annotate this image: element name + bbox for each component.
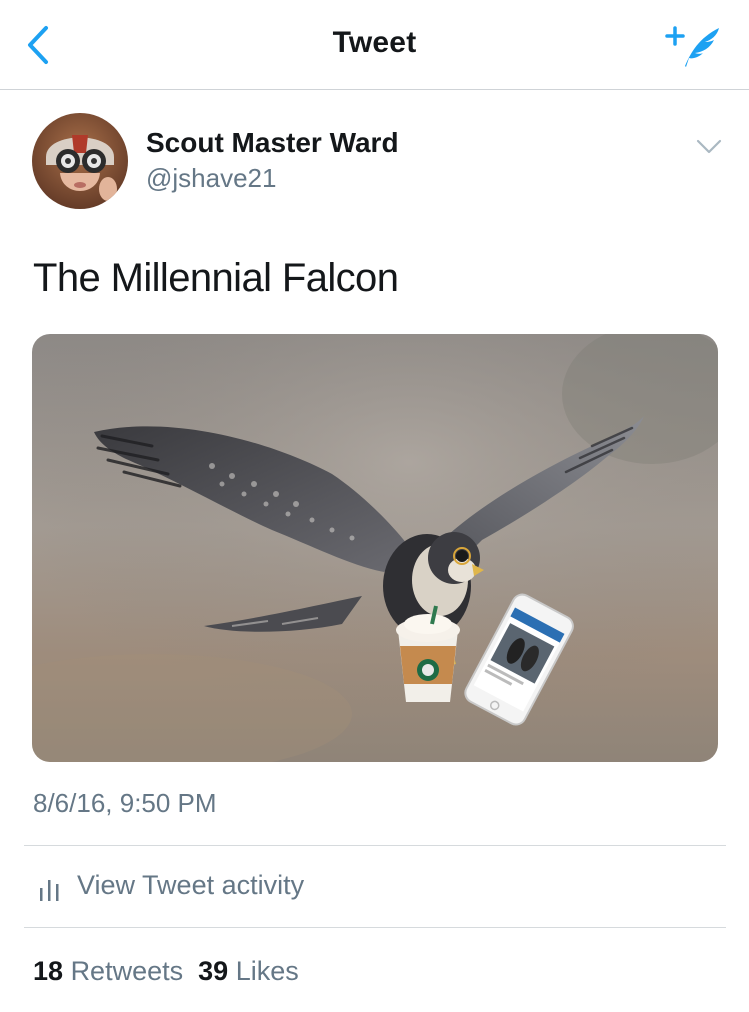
compose-feather-icon <box>665 26 719 67</box>
chevron-down-icon <box>696 139 722 154</box>
tweet-media-photo[interactable] <box>32 334 718 762</box>
retweets-label: Retweets <box>70 956 184 986</box>
divider <box>24 845 726 846</box>
author-handle[interactable]: @jshave21 <box>146 163 276 194</box>
page-title: Tweet <box>332 26 417 59</box>
tweet-stats: 18 Retweets 39 Likes <box>33 956 299 987</box>
navigation-bar: Tweet <box>0 0 749 90</box>
divider <box>24 927 726 928</box>
falcon-photo-image <box>32 334 718 762</box>
view-tweet-activity-label: View Tweet activity <box>77 870 305 900</box>
retweets-count: 18 <box>33 956 64 986</box>
likes-count: 39 <box>198 956 229 986</box>
bar-chart-icon <box>40 880 59 901</box>
tweet-detail-screen: Tweet Scout Master Ward @jshave21 The Mi… <box>0 0 749 1012</box>
compose-tweet-button[interactable] <box>665 22 725 70</box>
tweet-text: The Millennial Falcon <box>33 256 399 300</box>
likes-label: Likes <box>235 956 299 986</box>
likes-stat[interactable]: 39 Likes <box>198 956 299 986</box>
tweet-options-button[interactable] <box>693 133 725 159</box>
retweets-stat[interactable]: 18 Retweets <box>33 956 183 986</box>
author-display-name[interactable]: Scout Master Ward <box>146 127 399 159</box>
avatar-image <box>32 113 128 209</box>
author-avatar[interactable] <box>32 113 128 209</box>
tweet-timestamp: 8/6/16, 9:50 PM <box>33 788 217 818</box>
